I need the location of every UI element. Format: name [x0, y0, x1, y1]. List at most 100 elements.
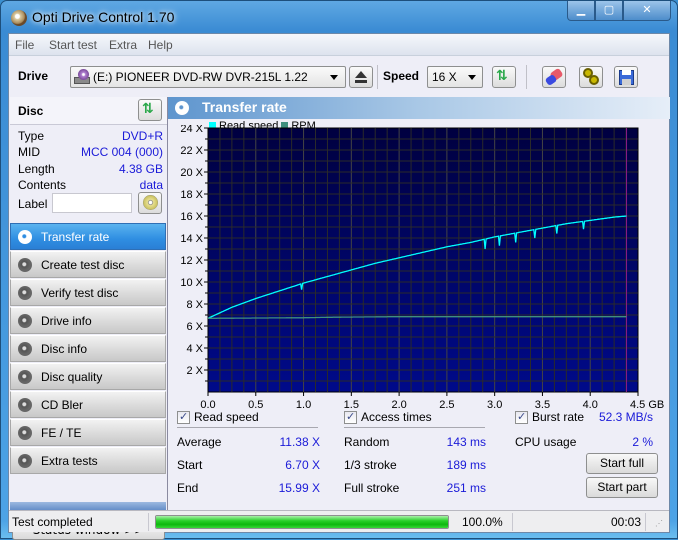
eject-button[interactable]	[349, 66, 373, 88]
refresh-disc-button[interactable]: ⇅	[138, 99, 162, 121]
nav-item-verify-test-disc[interactable]: Verify test disc	[10, 279, 166, 306]
nav-item-label: FE / TE	[41, 426, 82, 440]
left-panel: Disc ⇅ Type DVD+R MID MCC 004 (000) Leng…	[10, 97, 167, 540]
speed-label: Speed	[383, 69, 420, 83]
y-tick-label: 22 X	[180, 145, 203, 157]
y-tick-label: 6 X	[186, 321, 203, 333]
random-value: 143 ms	[446, 435, 486, 449]
nav-item-fe-te[interactable]: FE / TE	[10, 419, 166, 446]
nav-item-disc-quality[interactable]: Disc quality	[10, 363, 166, 390]
third-stroke-value: 189 ms	[446, 458, 486, 472]
disc-test-icon	[18, 426, 32, 440]
disc-header: Disc ⇅	[10, 97, 167, 125]
options-button[interactable]	[579, 66, 603, 88]
save-button[interactable]	[614, 66, 638, 88]
drive-icon	[74, 69, 90, 85]
disc-test-icon	[18, 398, 32, 412]
menu-file[interactable]: File	[15, 38, 34, 52]
menu-help[interactable]: Help	[148, 38, 173, 52]
menu-bar: File Start test Extra Help	[9, 34, 669, 56]
transfer-rate-chart: 2 X 4 X 6 X 8 X 10 X 12 X 14 X 16 X 18 X 20 X 22 X…	[180, 125, 664, 411]
progress-fill	[156, 516, 448, 528]
burst-rate-value: 52.3 MB/s	[598, 410, 653, 424]
disc-length-value: 4.38 GB	[118, 162, 163, 176]
disc-length-label: Length	[18, 162, 55, 176]
third-stroke-label: 1/3 stroke	[344, 458, 397, 472]
full-stroke-label: Full stroke	[344, 481, 400, 495]
nav-item-label: Disc info	[41, 342, 88, 356]
maximize-button[interactable]: ▢	[595, 1, 623, 21]
random-label: Random	[344, 435, 390, 449]
drive-select[interactable]: (E:) PIONEER DVD-RW DVR-215L 1.22	[70, 66, 346, 88]
disc-length-row: Length 4.38 GB	[18, 162, 163, 176]
chevron-down-icon	[468, 75, 476, 80]
app-window: Opti Drive Control 1.70 ▁ ▢ ✕ File Start…	[0, 0, 678, 540]
nav-item-label: Disc quality	[41, 370, 103, 384]
disc-test-icon	[18, 314, 32, 328]
disc-test-icon	[18, 286, 32, 300]
progress-bar	[155, 515, 449, 529]
disc-test-icon	[18, 370, 32, 384]
nav-item-transfer-rate[interactable]: Transfer rate	[10, 223, 166, 250]
nav-item-create-test-disc[interactable]: Create test disc	[10, 251, 166, 278]
disc-mid-label: MID	[18, 145, 40, 159]
refresh-speed-button[interactable]: ⇅	[492, 66, 516, 88]
title-bar[interactable]: Opti Drive Control 1.70 ▁ ▢ ✕	[1, 1, 677, 33]
start-part-button[interactable]: Start part	[586, 477, 658, 498]
disc-mid-value: MCC 004 (000)	[80, 145, 163, 159]
refresh-icon: ⇅	[496, 68, 508, 84]
nav-item-extra-tests[interactable]: Extra tests	[10, 447, 166, 474]
menu-start-test[interactable]: Start test	[49, 38, 97, 52]
menu-extra[interactable]: Extra	[109, 38, 137, 52]
nav-item-drive-info[interactable]: Drive info	[10, 307, 166, 334]
disc-test-icon	[18, 454, 32, 468]
erase-button[interactable]	[542, 66, 566, 88]
x-tick-label: 3.0	[487, 399, 502, 411]
nav-item-disc-info[interactable]: Disc info	[10, 335, 166, 362]
disc-test-icon	[18, 230, 32, 244]
nav-item-label: Drive info	[41, 314, 92, 328]
full-stroke-value: 251 ms	[446, 481, 486, 495]
disc-type-row: Type DVD+R	[18, 129, 163, 143]
panel-title: Transfer rate	[202, 99, 287, 115]
elapsed-time: 00:03	[611, 515, 642, 529]
disc-contents-row: Contents data	[18, 178, 163, 192]
status-text: Test completed	[12, 515, 93, 529]
disc-label-input[interactable]	[52, 193, 132, 213]
refresh-icon: ⇅	[142, 101, 154, 117]
toolbar: Drive (E:) PIONEER DVD-RW DVR-215L 1.22 …	[9, 57, 669, 97]
speed-select[interactable]: 16 X	[427, 66, 483, 88]
y-tick-label: 20 X	[180, 167, 203, 179]
window-title: Opti Drive Control 1.70	[32, 9, 175, 25]
nav-item-label: Create test disc	[41, 258, 125, 272]
disc-type-value: DVD+R	[121, 129, 163, 143]
burst-rate-checkbox[interactable]	[515, 410, 528, 424]
y-tick-label: 18 X	[180, 189, 203, 201]
disc-contents-value: data	[139, 178, 163, 192]
start-full-button[interactable]: Start full	[586, 453, 658, 474]
burst-rate-label: Burst rate	[532, 410, 585, 424]
end-value: 15.99 X	[278, 481, 320, 495]
y-tick-label: 10 X	[180, 277, 203, 289]
nav-item-cd-bler[interactable]: CD Bler	[10, 391, 166, 418]
average-value: 11.38 X	[279, 435, 320, 449]
read-speed-checkbox-label: Read speed	[194, 410, 259, 424]
transfer-rate-panel: Transfer rate Read speed RPM 2 X4 X6 X8 …	[167, 97, 670, 517]
eject-icon	[355, 71, 367, 78]
disc-contents-label: Contents	[18, 178, 67, 192]
y-tick-label: 14 X	[180, 233, 203, 245]
y-tick-label: 4 X	[186, 343, 203, 355]
y-tick-label: 12 X	[180, 255, 203, 267]
y-tick-label: 2 X	[186, 365, 203, 377]
minimize-button[interactable]: ▁	[567, 1, 595, 21]
panel-header: Transfer rate	[168, 97, 670, 119]
read-speed-checkbox[interactable]	[177, 410, 190, 424]
access-times-checkbox[interactable]	[344, 410, 357, 424]
cpu-usage-value: 2 %	[632, 435, 653, 449]
start-value: 6.70 X	[285, 458, 320, 472]
nav-item-label: Extra tests	[41, 454, 98, 468]
close-button[interactable]: ✕	[623, 1, 671, 21]
app-icon	[11, 10, 27, 26]
resize-grip-icon[interactable]: ⋰	[655, 519, 663, 528]
disc-label-button[interactable]	[138, 192, 162, 214]
